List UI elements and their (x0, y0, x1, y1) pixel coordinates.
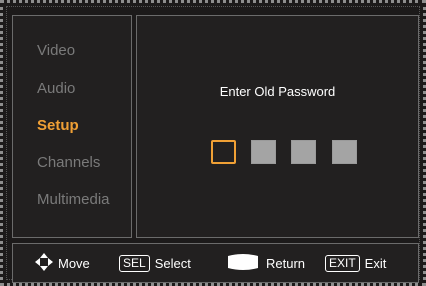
hint-select-label: Select (154, 255, 191, 271)
button-hint-bar: Move SEL Select Return EXIT Exit (12, 243, 419, 283)
hint-select: SEL Select (119, 244, 191, 282)
hint-return-label: Return (266, 255, 306, 271)
pin-digit-4[interactable] (332, 140, 357, 164)
menu-item-multimedia[interactable]: Multimedia (37, 191, 110, 208)
menu-item-setup[interactable]: Setup (37, 117, 79, 134)
menu-item-channels[interactable]: Channels (37, 154, 100, 171)
pin-digit-3[interactable] (291, 140, 316, 164)
password-prompt: Enter Old Password (219, 84, 336, 99)
hint-move: Move (35, 244, 90, 282)
hint-exit-label: Exit (364, 255, 387, 271)
hint-return: Return (226, 244, 305, 282)
menu-item-video[interactable]: Video (37, 42, 75, 59)
hint-move-label: Move (58, 255, 90, 271)
pin-digit-1[interactable] (211, 140, 236, 164)
four-way-arrows-icon (35, 252, 53, 274)
hint-exit: EXIT Exit (325, 244, 386, 282)
menu-item-audio[interactable]: Audio (37, 80, 75, 97)
sel-key-icon: SEL (119, 254, 150, 272)
tv-menu-screen: Video Audio Setup Channels Multimedia En… (0, 0, 426, 286)
password-panel: Enter Old Password (136, 15, 419, 238)
exit-key-icon: EXIT (325, 254, 360, 272)
return-button-icon (226, 253, 260, 274)
menu-sidebar: Video Audio Setup Channels Multimedia (12, 15, 132, 238)
pin-digit-2[interactable] (251, 140, 276, 164)
